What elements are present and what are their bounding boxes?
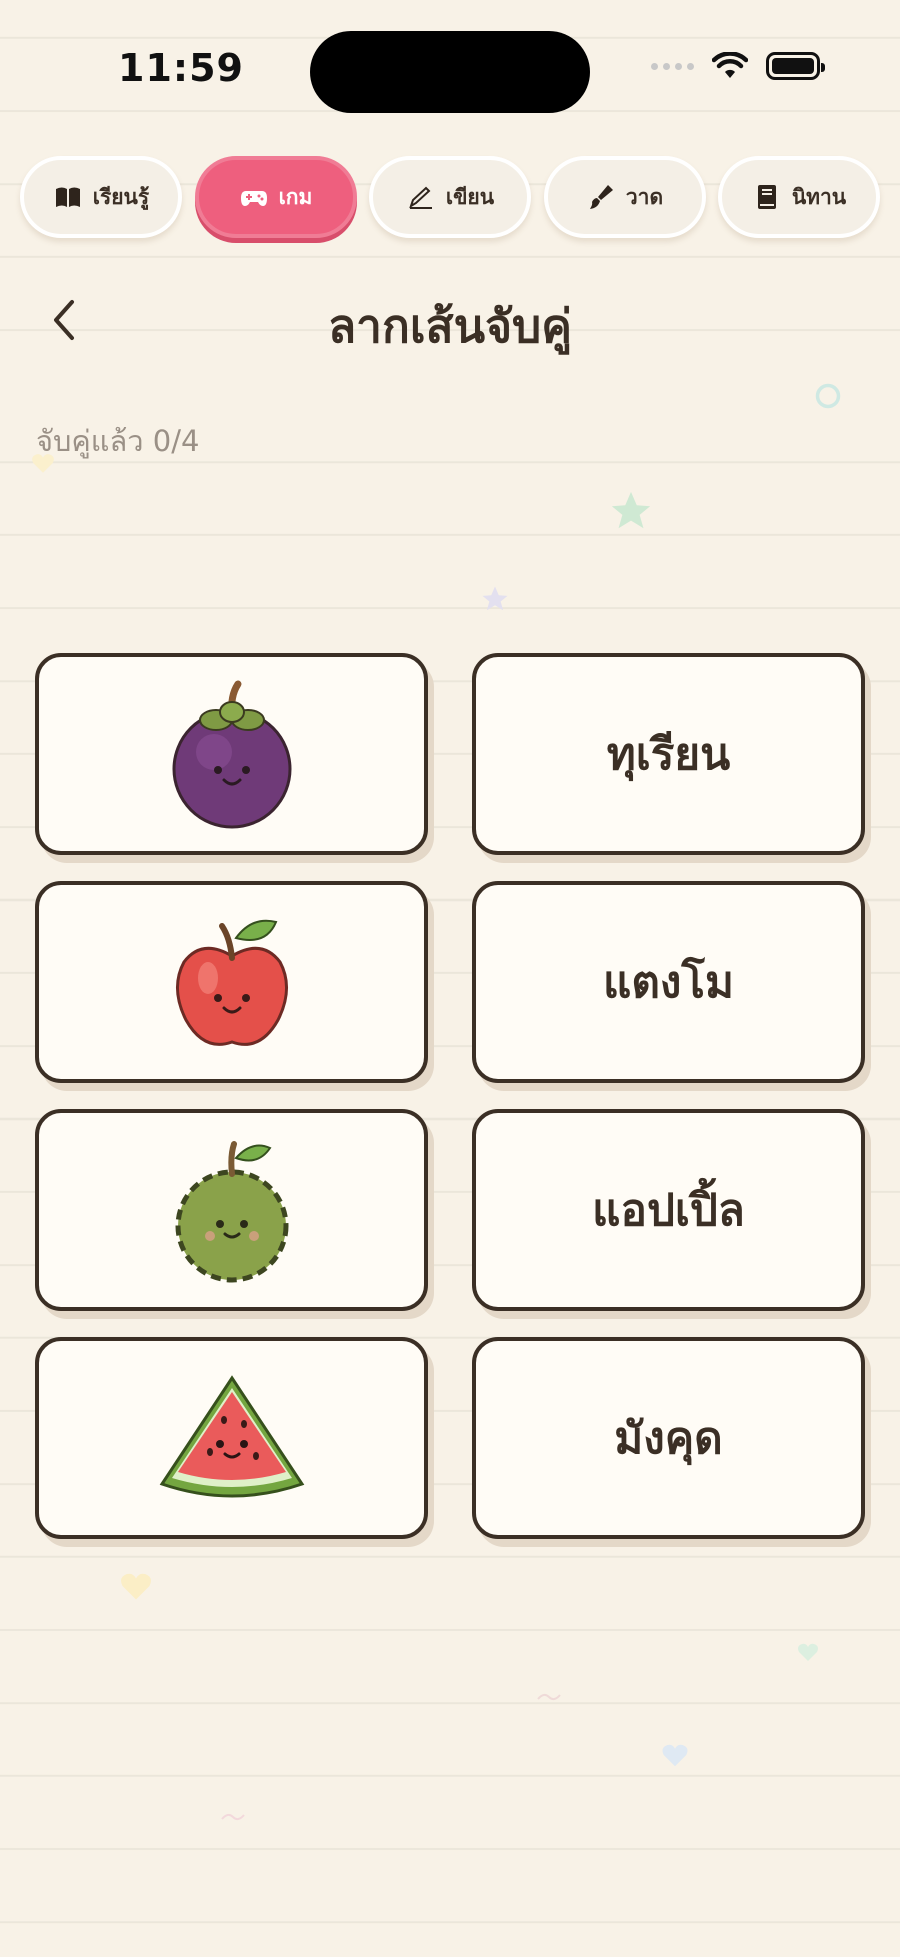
tab-label: นิทาน	[791, 184, 847, 209]
gamepad-icon	[240, 191, 267, 206]
page-title: ลากเส้นจับคู่	[327, 299, 573, 353]
book-open-icon	[55, 187, 80, 207]
picture-card-durian[interactable]	[35, 1109, 428, 1311]
heart-icon	[121, 1573, 151, 1600]
mangosteen-icon	[172, 680, 291, 829]
word-card[interactable]: แอปเปิ้ล	[472, 1109, 865, 1311]
dynamic-island	[310, 31, 590, 113]
word-label: มังคุด	[614, 1413, 723, 1464]
apple-icon	[175, 919, 288, 1046]
tab-bar: เรียนรู้ เกม เขียน วาด นิทาน	[20, 156, 880, 238]
word-label: แอปเปิ้ล	[592, 1185, 745, 1236]
status-time: 11:59	[118, 46, 244, 90]
tab-game[interactable]: เกม	[194, 156, 357, 238]
word-card[interactable]: แตงโม	[472, 881, 865, 1083]
tab-label: วาด	[625, 184, 664, 209]
squiggle-icon	[537, 1693, 561, 1701]
durian-icon	[175, 1141, 288, 1283]
star-icon	[611, 491, 651, 529]
status-indicators	[651, 52, 825, 80]
cellular-icon	[651, 62, 694, 70]
tab-label: เรียนรู้	[92, 184, 150, 209]
circle-icon	[815, 383, 841, 409]
watermelon-icon	[159, 1375, 304, 1498]
tab-learn[interactable]: เรียนรู้	[20, 156, 182, 238]
star-icon	[482, 586, 508, 611]
picture-card-mangosteen[interactable]	[35, 653, 428, 855]
word-label: แตงโม	[602, 957, 735, 1008]
battery-icon	[766, 52, 825, 80]
tab-write[interactable]: เขียน	[369, 156, 531, 238]
tab-story[interactable]: นิทาน	[718, 156, 880, 238]
heart-icon	[662, 1744, 688, 1767]
squiggle-icon	[221, 1813, 245, 1821]
pencil-icon	[409, 186, 432, 209]
picture-card-watermelon[interactable]	[35, 1337, 428, 1539]
word-card[interactable]: ทุเรียน	[472, 653, 865, 855]
word-label: ทุเรียน	[606, 729, 731, 780]
tab-draw[interactable]: วาด	[543, 156, 706, 238]
wifi-icon	[712, 52, 748, 78]
tab-label: เขียน	[445, 184, 495, 209]
word-card[interactable]: มังคุด	[472, 1337, 865, 1539]
tab-label: เกม	[278, 184, 313, 209]
picture-card-apple[interactable]	[35, 881, 428, 1083]
match-progress: จับคู่แล้ว 0/4	[36, 424, 200, 458]
heart-icon	[32, 454, 54, 473]
paintbrush-icon	[589, 185, 613, 209]
book-icon	[757, 185, 776, 209]
heart-icon	[798, 1643, 818, 1661]
